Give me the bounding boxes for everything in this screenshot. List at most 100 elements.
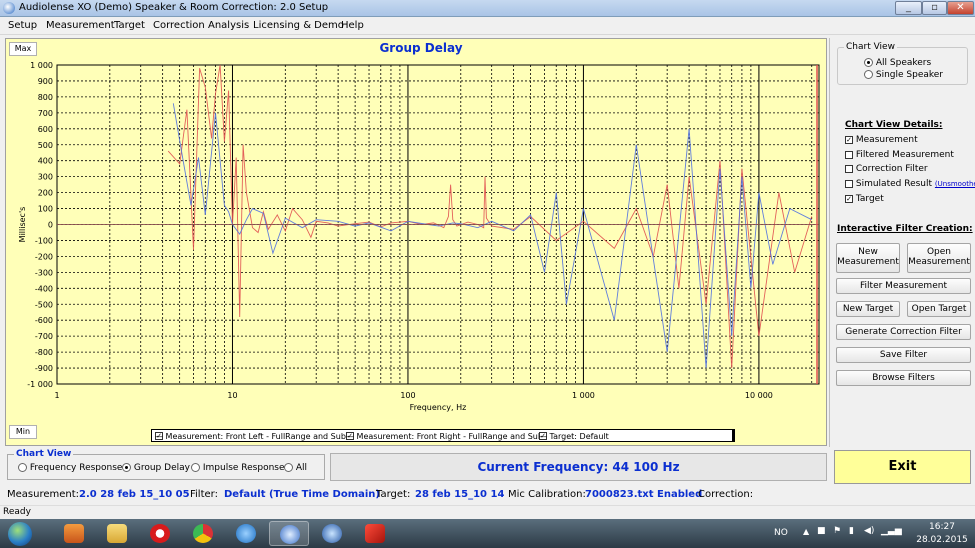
- y-tick-label: -700: [35, 332, 53, 341]
- taskbar-audiolense[interactable]: [269, 521, 309, 546]
- network-icon[interactable]: ▮: [849, 526, 854, 536]
- check-filtered-measurement[interactable]: Filtered Measurement: [845, 150, 954, 160]
- clock-date[interactable]: 28.02.2015: [912, 535, 972, 545]
- unsmoothed-link[interactable]: (Unsmoothed): [935, 180, 975, 188]
- radio-icon[interactable]: [18, 463, 27, 472]
- mic-calibration-label: Mic Calibration:: [508, 489, 586, 500]
- chart-view-group: Chart View All Speakers Single Speaker: [837, 42, 968, 85]
- y-tick-label: 800: [38, 93, 53, 102]
- flag-icon[interactable]: ⚑: [833, 526, 841, 536]
- system-tray: NO ▲ ■ ⚑ ▮ ◀) ▁▃▅ 16:27 28.02.2015: [760, 519, 975, 548]
- tray-app-icon[interactable]: ■: [817, 526, 826, 536]
- menu-target[interactable]: Target: [114, 20, 145, 31]
- y-tick-label: 0: [48, 221, 53, 230]
- target-value: 28 feb 15_10 14: [415, 489, 505, 500]
- filter-measurement-button[interactable]: Filter Measurement: [836, 278, 971, 294]
- taskbar-opera[interactable]: [140, 521, 180, 546]
- y-tick-label: -900: [35, 364, 53, 373]
- language-indicator[interactable]: NO: [774, 528, 788, 538]
- new-measurement-button[interactable]: New Measurement: [836, 243, 900, 273]
- save-filter-button[interactable]: Save Filter: [836, 347, 971, 363]
- radio-impulse-response[interactable]: Impulse Response: [191, 463, 285, 473]
- volume-icon[interactable]: ◀): [864, 526, 874, 536]
- show-hidden-icons-icon[interactable]: ▲: [803, 527, 809, 536]
- radio-icon[interactable]: [191, 463, 200, 472]
- max-button[interactable]: Max: [9, 42, 37, 56]
- opera-icon: [150, 524, 170, 543]
- y-tick-label: 100: [38, 205, 53, 214]
- new-target-button[interactable]: New Target: [836, 301, 900, 317]
- media-player-icon: [64, 524, 84, 543]
- generate-correction-filter-button[interactable]: Generate Correction Filter: [836, 324, 971, 340]
- radio-icon[interactable]: [284, 463, 293, 472]
- chart-legend: ✓ — Measurement: Front Left - FullRange …: [151, 429, 735, 442]
- clock-time[interactable]: 16:27: [917, 522, 967, 532]
- radio-icon[interactable]: [122, 463, 131, 472]
- check-target[interactable]: ✓ Target: [845, 194, 884, 204]
- check-label: Target: [855, 194, 884, 204]
- taskbar-explorer[interactable]: [97, 521, 137, 546]
- checkbox-icon[interactable]: [845, 179, 853, 188]
- details-heading: Chart View Details:: [845, 120, 943, 130]
- checkbox-icon[interactable]: ✓: [845, 194, 853, 203]
- close-button[interactable]: ✕: [947, 1, 974, 15]
- taskbar-app-blue[interactable]: [312, 521, 352, 546]
- check-measurement[interactable]: ✓ Measurement: [845, 135, 918, 145]
- chart-area[interactable]: 1 000 900 800 700 600 500 400 300 200 100 0 -100 -20…: [5, 38, 827, 446]
- check-label: Simulated Result: [855, 179, 933, 189]
- open-target-button[interactable]: Open Target: [907, 301, 971, 317]
- x-axis-label: Frequency, Hz: [410, 403, 467, 412]
- legend-label: — Target: Default: [539, 432, 609, 441]
- menu-help[interactable]: Help: [341, 20, 364, 31]
- button-label: Open: [926, 247, 952, 257]
- radio-group-delay[interactable]: Group Delay: [122, 463, 190, 473]
- y-tick-label: 300: [38, 173, 53, 182]
- radio-frequency-response[interactable]: Frequency Response: [18, 463, 122, 473]
- minimize-button[interactable]: _: [895, 1, 922, 15]
- taskbar-app-red[interactable]: [355, 521, 395, 546]
- taskbar-chrome[interactable]: [183, 521, 223, 546]
- maximize-button[interactable]: ▫: [922, 1, 947, 15]
- check-correction-filter[interactable]: Correction Filter: [845, 164, 928, 174]
- window-title: Audiolense XO (Demo) Speaker & Room Corr…: [19, 2, 329, 13]
- menu-correction[interactable]: Correction: [153, 20, 205, 31]
- app-icon: [365, 524, 385, 543]
- info-line: Measurement: 2.0 28 feb 15_10 05 Filter:…: [0, 488, 975, 504]
- status-text: Ready: [3, 507, 31, 517]
- checkbox-icon[interactable]: [845, 150, 853, 159]
- taskbar-internet-explorer[interactable]: [226, 521, 266, 546]
- y-tick-label: 400: [38, 157, 53, 166]
- menu-analysis[interactable]: Analysis: [208, 20, 249, 31]
- group-delay-chart[interactable]: 1 0009008007006005004003002001000-100-20…: [6, 39, 828, 447]
- min-button[interactable]: Min: [9, 425, 37, 439]
- y-tick-label: -600: [35, 316, 53, 325]
- taskbar-media-player[interactable]: [54, 521, 94, 546]
- radio-label: Impulse Response: [202, 463, 285, 473]
- menu-setup[interactable]: Setup: [8, 20, 37, 31]
- x-tick-label: 1 000: [572, 391, 595, 400]
- x-tick-label: 1: [54, 391, 59, 400]
- browse-filters-button[interactable]: Browse Filters: [836, 370, 971, 386]
- start-button[interactable]: [2, 521, 42, 546]
- y-tick-label: -200: [35, 252, 53, 261]
- title-bar: Audiolense XO (Demo) Speaker & Room Corr…: [0, 0, 975, 17]
- right-panel: Chart View All Speakers Single Speaker C…: [829, 38, 975, 447]
- y-tick-label: 200: [38, 189, 53, 198]
- legend-label: — Measurement: Front Left - FullRange an…: [155, 432, 346, 441]
- radio-all[interactable]: All: [284, 463, 307, 473]
- exit-button[interactable]: Exit: [834, 450, 971, 484]
- legend-label: — Measurement: Front Right - FullRange a…: [346, 432, 543, 441]
- radio-label: All: [295, 463, 308, 473]
- button-label: Measurement: [908, 257, 970, 267]
- radio-icon[interactable]: [864, 70, 873, 79]
- open-measurement-button[interactable]: Open Measurement: [907, 243, 971, 273]
- signal-icon[interactable]: ▁▃▅: [881, 526, 902, 536]
- check-simulated-result[interactable]: Simulated Result (Unsmoothed): [845, 179, 975, 189]
- checkbox-icon[interactable]: [845, 164, 853, 173]
- radio-icon[interactable]: [864, 58, 873, 67]
- checkbox-icon[interactable]: ✓: [845, 135, 853, 144]
- radio-all-speakers[interactable]: All Speakers: [864, 58, 931, 68]
- radio-single-speaker[interactable]: Single Speaker: [864, 70, 943, 80]
- menu-measurement[interactable]: Measurement: [46, 20, 115, 31]
- menu-licensing-demo[interactable]: Licensing & Demo: [253, 20, 344, 31]
